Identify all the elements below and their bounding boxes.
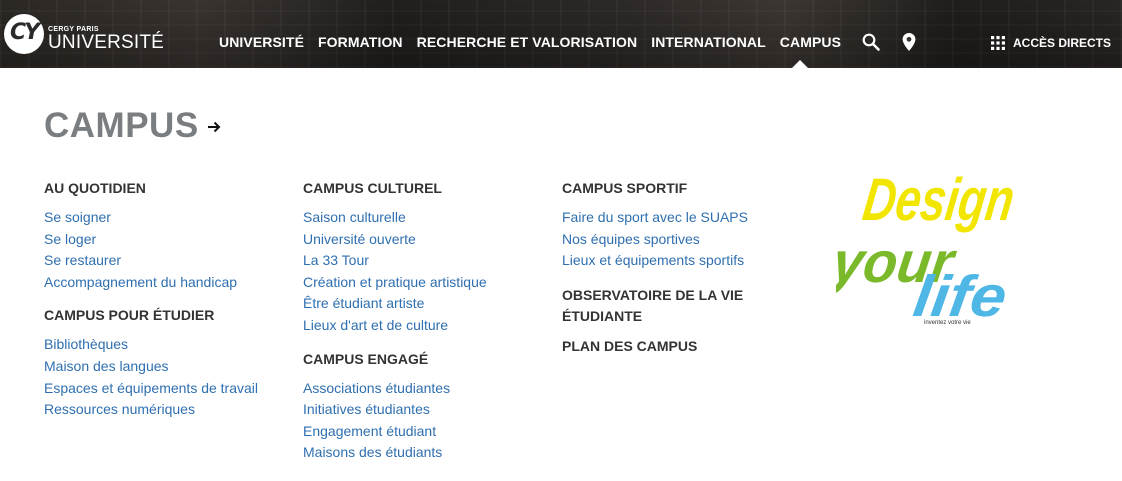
- link-maisons-des-etudiants[interactable]: Maisons des étudiants: [303, 442, 487, 464]
- university-logo[interactable]: CY CERGY PARIS UNIVERSITÉ: [4, 14, 164, 58]
- group-heading-observatoire[interactable]: OBSERVATOIRE DE LA VIE ÉTUDIANTE: [562, 285, 762, 327]
- group-heading-campus-sportif[interactable]: CAMPUS SPORTIF: [562, 179, 762, 197]
- search-icon[interactable]: [862, 33, 880, 51]
- link-accompagnement-handicap[interactable]: Accompagnement du handicap: [44, 272, 258, 294]
- acces-directs-button[interactable]: ACCÈS DIRECTS: [1013, 36, 1111, 50]
- link-espaces-equipements[interactable]: Espaces et équipements de travail: [44, 378, 258, 400]
- map-pin-icon[interactable]: [902, 33, 916, 51]
- link-bibliotheques[interactable]: Bibliothèques: [44, 334, 258, 356]
- link-creation-pratique-artistique[interactable]: Création et pratique artistique: [303, 272, 487, 294]
- link-saison-culturelle[interactable]: Saison culturelle: [303, 207, 487, 229]
- link-se-loger[interactable]: Se loger: [44, 229, 258, 251]
- menu-column-3: CAMPUS SPORTIF Faire du sport avec le SU…: [562, 178, 762, 355]
- nav-item-recherche[interactable]: RECHERCHE ET VALORISATION: [417, 34, 638, 50]
- life-word: life: [910, 264, 1011, 328]
- link-lieux-art-culture[interactable]: Lieux d'art et de culture: [303, 315, 487, 337]
- link-engagement-etudiant[interactable]: Engagement étudiant: [303, 421, 487, 443]
- menu-column-1: AU QUOTIDIEN Se soigner Se loger Se rest…: [44, 178, 258, 421]
- link-list-campus-pour-etudier: Bibliothèques Maison des langues Espaces…: [44, 334, 258, 420]
- link-se-restaurer[interactable]: Se restaurer: [44, 250, 258, 272]
- link-list-campus-engage: Associations étudiantes Initiatives étud…: [303, 378, 487, 464]
- apps-grid-icon[interactable]: [991, 36, 1005, 50]
- main-nav: UNIVERSITÉ FORMATION RECHERCHE ET VALORI…: [219, 34, 855, 50]
- group-heading-campus-pour-etudier[interactable]: CAMPUS POUR ÉTUDIER: [44, 306, 258, 324]
- promo-tagline: inventez votre vie: [924, 320, 971, 326]
- active-nav-caret: [792, 60, 808, 68]
- group-heading-campus-culturel[interactable]: CAMPUS CULTUREL: [303, 179, 487, 197]
- link-list-campus-sportif: Faire du sport avec le SUAPS Nos équipes…: [562, 207, 762, 272]
- link-etre-etudiant-artiste[interactable]: Être étudiant artiste: [303, 293, 487, 315]
- group-heading-campus-engage[interactable]: CAMPUS ENGAGÉ: [303, 350, 487, 368]
- link-initiatives-etudiantes[interactable]: Initiatives étudiantes: [303, 399, 487, 421]
- menu-column-2: CAMPUS CULTUREL Saison culturelle Univer…: [303, 178, 487, 464]
- link-se-soigner[interactable]: Se soigner: [44, 207, 258, 229]
- nav-item-formation[interactable]: FORMATION: [318, 34, 403, 50]
- link-associations-etudiantes[interactable]: Associations étudiantes: [303, 378, 487, 400]
- link-sport-suaps[interactable]: Faire du sport avec le SUAPS: [562, 207, 762, 229]
- link-list-campus-culturel: Saison culturelle Université ouverte La …: [303, 207, 487, 337]
- link-la-33-tour[interactable]: La 33 Tour: [303, 250, 487, 272]
- link-ressources-numeriques[interactable]: Ressources numériques: [44, 399, 258, 421]
- group-heading-au-quotidien[interactable]: AU QUOTIDIEN: [44, 179, 258, 197]
- cy-logo-mark: CY: [4, 14, 44, 54]
- link-equipes-sportives[interactable]: Nos équipes sportives: [562, 229, 762, 251]
- link-lieux-equipements-sportifs[interactable]: Lieux et équipements sportifs: [562, 250, 762, 272]
- design-your-life-artwork[interactable]: Design your life inventez votre vie: [836, 156, 1026, 328]
- nav-item-universite[interactable]: UNIVERSITÉ: [219, 34, 304, 50]
- arrow-right-icon[interactable]: [207, 121, 221, 133]
- design-word: Design: [859, 165, 1019, 233]
- logo-title: UNIVERSITÉ: [48, 32, 165, 53]
- link-maison-des-langues[interactable]: Maison des langues: [44, 356, 258, 378]
- nav-item-campus[interactable]: CAMPUS: [780, 34, 841, 50]
- link-universite-ouverte[interactable]: Université ouverte: [303, 229, 487, 251]
- nav-item-international[interactable]: INTERNATIONAL: [651, 34, 766, 50]
- page-title[interactable]: CAMPUS: [44, 106, 199, 146]
- group-heading-plan-des-campus[interactable]: PLAN DES CAMPUS: [562, 337, 762, 355]
- link-list-au-quotidien: Se soigner Se loger Se restaurer Accompa…: [44, 207, 258, 293]
- top-header: CY CERGY PARIS UNIVERSITÉ UNIVERSITÉ FOR…: [0, 0, 1122, 68]
